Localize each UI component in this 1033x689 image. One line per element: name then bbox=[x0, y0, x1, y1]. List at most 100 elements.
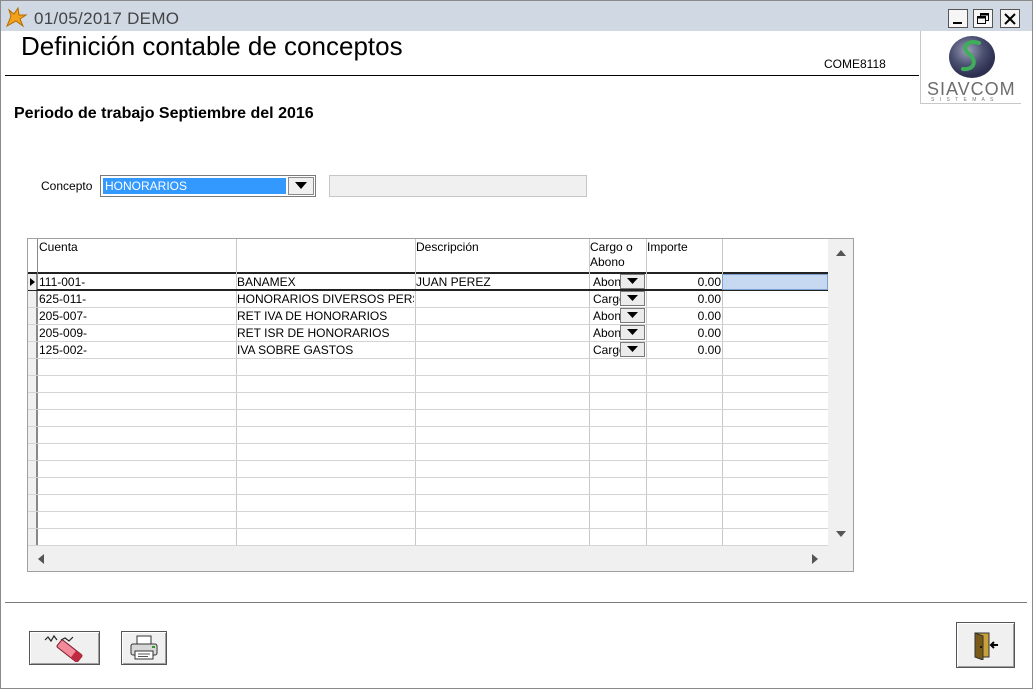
table-row[interactable] bbox=[28, 461, 828, 478]
cargo-abono-dropdown-button[interactable] bbox=[620, 342, 645, 357]
minimize-button[interactable] bbox=[948, 9, 968, 28]
row-indicator[interactable] bbox=[28, 410, 37, 426]
cargo-abono-select[interactable]: Cargo bbox=[590, 342, 646, 358]
grid-body: Cuenta Descripción Cargo o Abono Importe… bbox=[28, 239, 828, 546]
active-cell-highlight[interactable] bbox=[722, 274, 828, 290]
cargo-abono-select[interactable]: Abono bbox=[590, 274, 646, 290]
table-row[interactable] bbox=[28, 376, 828, 393]
logo-subtext: S I S T E M A S bbox=[931, 97, 996, 103]
cell-nombre[interactable]: RET ISR DE HONORARIOS bbox=[237, 325, 414, 341]
row-indicator[interactable] bbox=[28, 393, 37, 409]
column-header-descripcion[interactable]: Descripción bbox=[415, 239, 589, 272]
concept-select[interactable]: HONORARIOS bbox=[100, 175, 316, 197]
cargo-abono-select[interactable]: Abono bbox=[590, 325, 646, 341]
cargo-abono-select[interactable]: Abono bbox=[590, 308, 646, 324]
scroll-right-icon[interactable] bbox=[812, 554, 818, 564]
cell-descripcion[interactable]: JUAN PEREZ bbox=[416, 274, 588, 290]
table-row[interactable] bbox=[28, 478, 828, 495]
concept-dropdown-button[interactable] bbox=[288, 177, 314, 195]
chevron-down-icon bbox=[295, 182, 307, 189]
table-row[interactable] bbox=[28, 444, 828, 461]
row-indicator[interactable] bbox=[28, 427, 37, 443]
row-indicator[interactable] bbox=[28, 308, 37, 324]
row-indicator[interactable] bbox=[28, 274, 37, 290]
table-row[interactable] bbox=[28, 512, 828, 529]
table-row[interactable]: 205-009-RET ISR DE HONORARIOS Abono 0.00 bbox=[28, 325, 828, 342]
cell-cuenta[interactable]: 205-009- bbox=[39, 325, 235, 341]
column-header-cargo-line2: Abono bbox=[590, 255, 625, 269]
scroll-left-icon[interactable] bbox=[38, 554, 44, 564]
cell-importe[interactable]: 0.00 bbox=[648, 308, 721, 324]
table-row[interactable]: 625-011-HONORARIOS DIVERSOS PERSONAS Carg… bbox=[28, 291, 828, 308]
cell-descripcion[interactable] bbox=[416, 325, 588, 341]
cell-importe[interactable]: 0.00 bbox=[648, 291, 721, 307]
column-header-name[interactable] bbox=[236, 239, 415, 272]
table-row[interactable]: 125-002-IVA SOBRE GASTOS Cargo 0.00 bbox=[28, 342, 828, 359]
cargo-abono-select[interactable]: Cargo bbox=[590, 291, 646, 307]
scroll-down-icon[interactable] bbox=[836, 531, 846, 537]
row-indicator[interactable] bbox=[28, 512, 37, 528]
row-indicator[interactable] bbox=[28, 376, 37, 392]
row-indicator[interactable] bbox=[28, 461, 37, 477]
cell-cuenta[interactable]: 205-007- bbox=[39, 308, 235, 324]
row-indicator[interactable] bbox=[28, 325, 37, 341]
cell-descripcion[interactable] bbox=[416, 291, 588, 307]
cell-nombre[interactable]: HONORARIOS DIVERSOS PERSONAS bbox=[237, 291, 414, 307]
title-bar[interactable]: 01/05/2017 DEMO bbox=[1, 1, 1032, 31]
cell-cuenta[interactable]: 125-002- bbox=[39, 342, 235, 358]
cell-cuenta[interactable]: 625-011- bbox=[39, 291, 235, 307]
row-indicator[interactable] bbox=[28, 444, 37, 460]
cell-nombre[interactable]: RET IVA DE HONORARIOS bbox=[237, 308, 414, 324]
cargo-abono-dropdown-button[interactable] bbox=[620, 308, 645, 323]
chevron-down-icon bbox=[627, 329, 638, 335]
table-row[interactable] bbox=[28, 495, 828, 512]
cell-nombre[interactable]: BANAMEX bbox=[237, 274, 414, 290]
restore-icon bbox=[977, 12, 989, 24]
minimize-icon bbox=[953, 21, 962, 24]
table-row[interactable] bbox=[28, 359, 828, 376]
company-logo: SIAVCOM S I S T E M A S bbox=[920, 31, 1021, 104]
cargo-abono-value: Cargo bbox=[593, 292, 620, 306]
chevron-down-icon bbox=[627, 312, 638, 318]
scroll-up-icon[interactable] bbox=[836, 250, 846, 256]
row-indicator[interactable] bbox=[28, 529, 37, 545]
exit-door-icon bbox=[974, 632, 998, 660]
row-indicator[interactable] bbox=[28, 342, 37, 358]
concept-description-field bbox=[329, 175, 587, 197]
cell-importe[interactable]: 0.00 bbox=[648, 325, 721, 341]
clear-button[interactable] bbox=[29, 631, 100, 665]
close-button[interactable] bbox=[1000, 9, 1020, 28]
cell-nombre[interactable]: IVA SOBRE GASTOS bbox=[237, 342, 414, 358]
row-indicator[interactable] bbox=[28, 359, 37, 375]
vertical-scrollbar[interactable] bbox=[828, 239, 853, 546]
table-row[interactable] bbox=[28, 427, 828, 444]
column-header-cuenta[interactable]: Cuenta bbox=[38, 239, 236, 272]
table-row[interactable] bbox=[28, 410, 828, 427]
exit-button[interactable] bbox=[956, 622, 1015, 668]
siavcom-logo-icon bbox=[949, 36, 995, 78]
close-icon bbox=[1004, 12, 1016, 25]
cell-descripcion[interactable] bbox=[416, 308, 588, 324]
cell-cuenta[interactable]: 111-001- bbox=[39, 274, 235, 290]
table-row[interactable]: 111-001-BANAMEXJUAN PEREZ Abono 0.00 bbox=[28, 274, 828, 291]
cargo-abono-dropdown-button[interactable] bbox=[620, 325, 645, 340]
cargo-abono-dropdown-button[interactable] bbox=[620, 274, 645, 289]
table-row[interactable] bbox=[28, 393, 828, 410]
cargo-abono-value: Abono bbox=[593, 275, 620, 289]
cell-importe[interactable]: 0.00 bbox=[648, 274, 721, 290]
cargo-abono-value: Abono bbox=[593, 326, 620, 340]
horizontal-scrollbar[interactable] bbox=[28, 546, 828, 571]
column-header-importe[interactable]: Importe bbox=[646, 239, 722, 272]
restore-button[interactable] bbox=[973, 9, 993, 28]
cargo-abono-dropdown-button[interactable] bbox=[620, 291, 645, 306]
cell-importe[interactable]: 0.00 bbox=[648, 342, 721, 358]
row-indicator[interactable] bbox=[28, 478, 37, 494]
print-button[interactable] bbox=[121, 631, 167, 665]
cell-descripcion[interactable] bbox=[416, 342, 588, 358]
column-header-cargo-abono[interactable]: Cargo o Abono bbox=[589, 239, 646, 272]
table-row[interactable]: 205-007-RET IVA DE HONORARIOS Abono 0.00 bbox=[28, 308, 828, 325]
row-indicator[interactable] bbox=[28, 291, 37, 307]
row-indicator[interactable] bbox=[28, 495, 37, 511]
accounts-grid[interactable]: Cuenta Descripción Cargo o Abono Importe… bbox=[27, 238, 854, 572]
table-row[interactable] bbox=[28, 529, 828, 546]
